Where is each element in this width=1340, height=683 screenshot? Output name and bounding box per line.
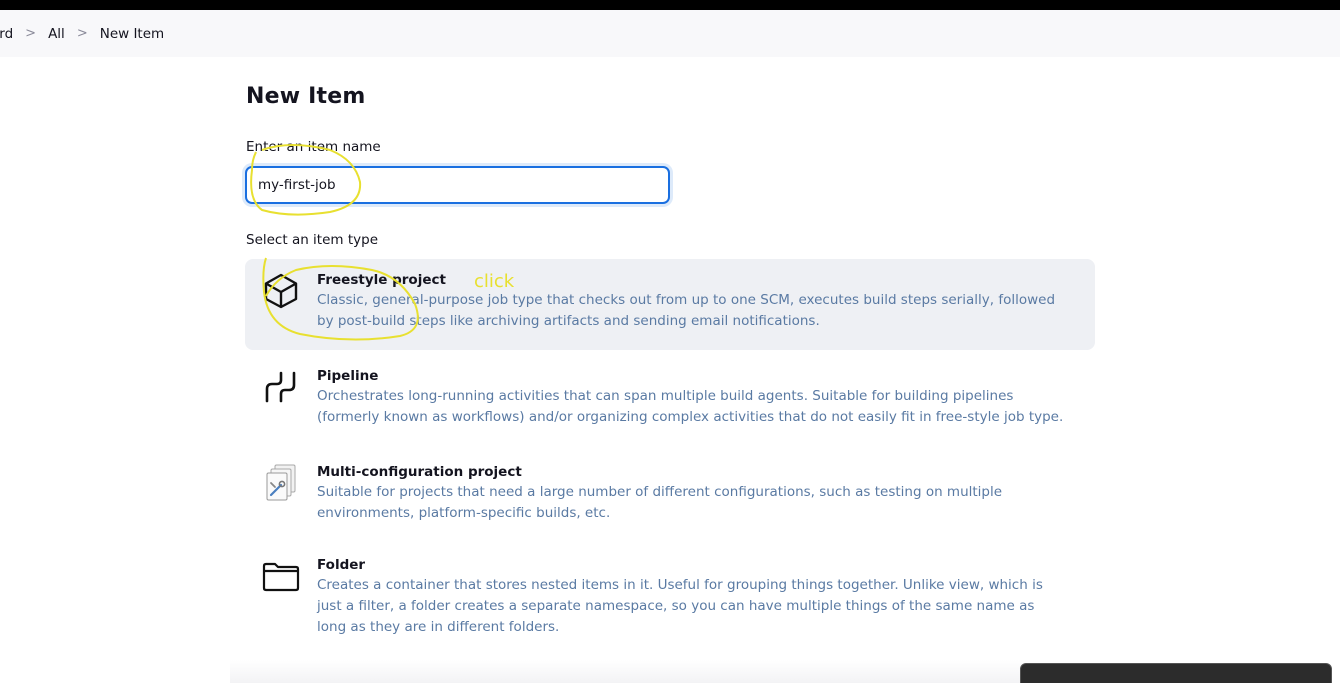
breadcrumb-dashboard[interactable]: ard <box>0 26 13 42</box>
item-type-multi-configuration[interactable]: Multi-configuration project Suitable for… <box>245 451 1095 542</box>
multi-config-icon <box>261 463 301 503</box>
item-type-title: Pipeline <box>317 368 379 384</box>
breadcrumb-chevron-icon: > <box>76 26 88 41</box>
breadcrumb-chevron-icon: > <box>25 26 37 41</box>
item-type-pipeline[interactable]: Pipeline Orchestrates long-running activ… <box>245 355 1095 451</box>
folder-icon <box>261 556 301 596</box>
page-footer-fade <box>230 660 1110 683</box>
breadcrumb-new-item[interactable]: New Item <box>100 26 164 42</box>
item-type-description: Classic, general-purpose job type that c… <box>317 292 1056 329</box>
item-type-label: Select an item type <box>246 232 379 248</box>
item-name-input[interactable] <box>245 166 670 204</box>
item-type-title: Multi-configuration project <box>317 464 522 480</box>
annotation-click-label: click <box>474 271 515 292</box>
breadcrumb: ard > All > New Item <box>0 10 1340 57</box>
pipeline-icon <box>261 367 301 407</box>
cube-icon <box>261 271 301 311</box>
item-type-title: Folder <box>317 557 366 573</box>
item-type-description: Orchestrates long-running activities tha… <box>317 388 1064 425</box>
item-name-label: Enter an item name <box>246 139 381 155</box>
page-title: New Item <box>246 84 366 109</box>
floating-panel[interactable] <box>1020 663 1332 683</box>
item-type-title: Freestyle project <box>317 272 446 288</box>
item-type-list: Freestyle project Classic, general-purpo… <box>245 259 1095 662</box>
window-top-bar <box>0 0 1340 10</box>
item-type-freestyle[interactable]: Freestyle project Classic, general-purpo… <box>245 259 1095 350</box>
item-type-description: Suitable for projects that need a large … <box>317 484 1003 521</box>
item-type-description: Creates a container that stores nested i… <box>317 577 1043 635</box>
item-type-folder[interactable]: Folder Creates a container that stores n… <box>245 544 1095 662</box>
breadcrumb-all[interactable]: All <box>48 26 65 42</box>
